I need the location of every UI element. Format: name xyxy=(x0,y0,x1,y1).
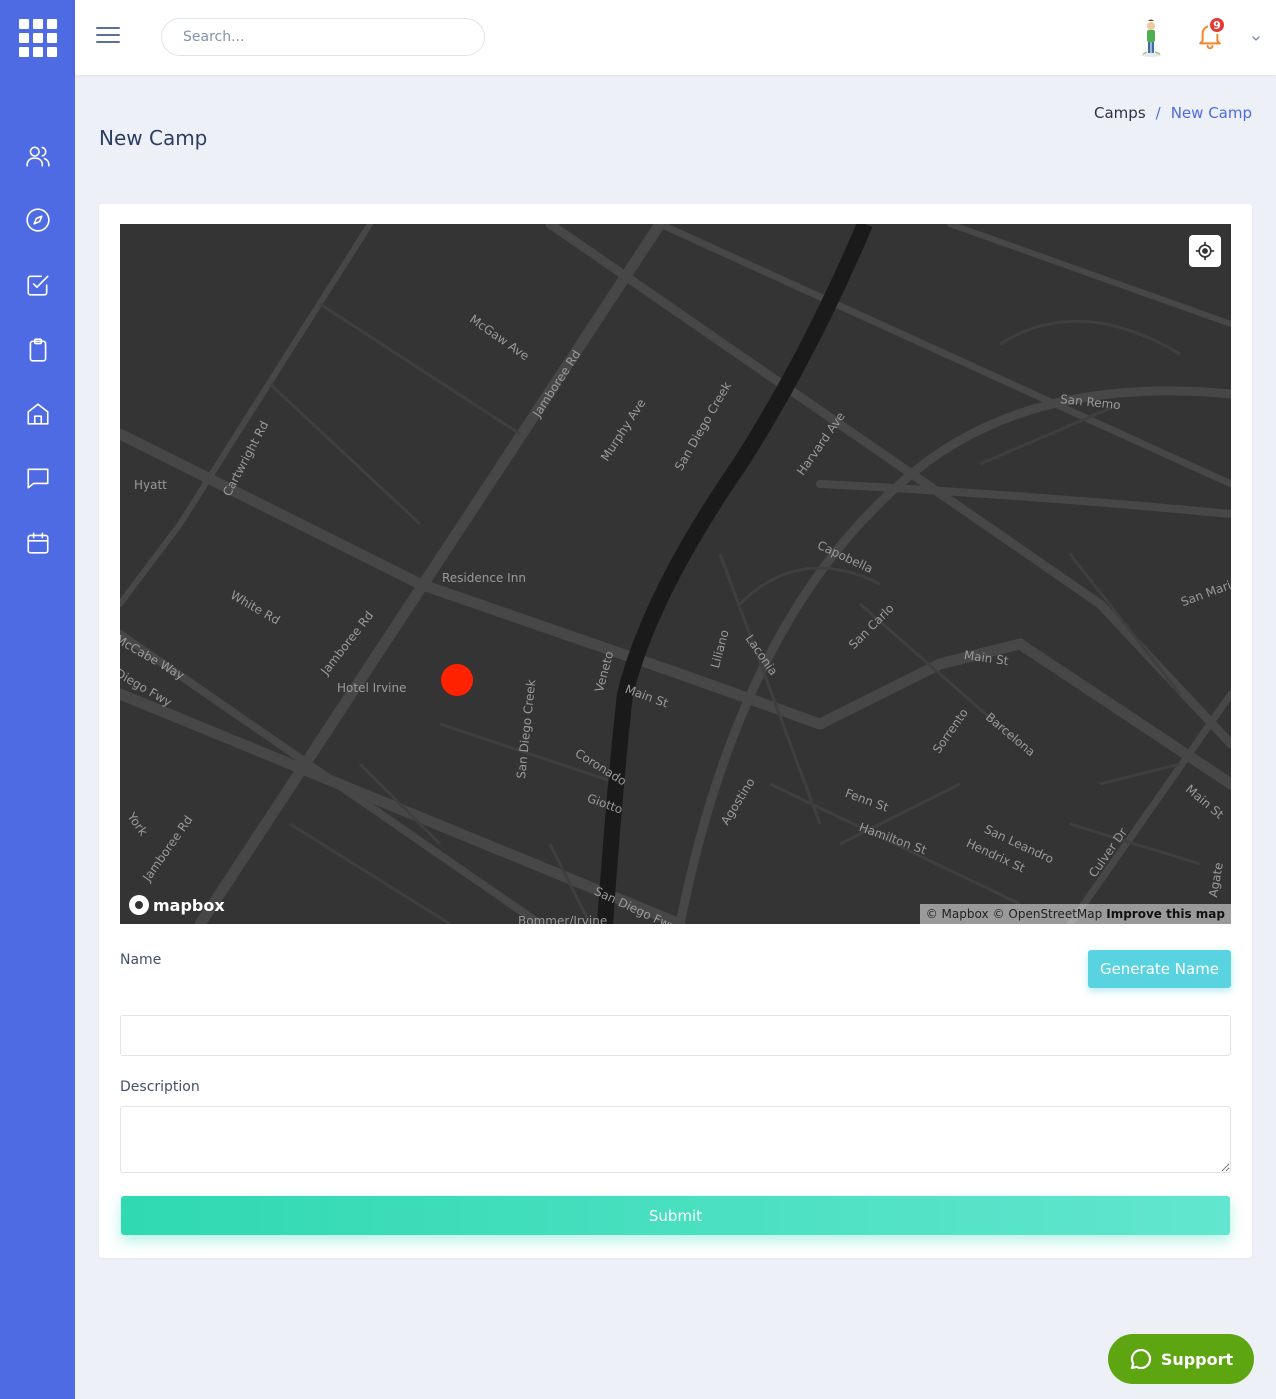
breadcrumb-camps[interactable]: Camps xyxy=(1094,104,1146,122)
page-title: New Camp xyxy=(99,126,208,150)
menu-toggle-icon[interactable] xyxy=(96,27,120,47)
topbar: 9 xyxy=(75,0,1276,75)
checkbox-icon[interactable] xyxy=(0,265,75,305)
breadcrumb-separator: / xyxy=(1155,104,1161,122)
crosshair-icon xyxy=(1195,241,1215,261)
improve-map-link[interactable]: Improve this map xyxy=(1106,907,1225,921)
support-label: Support xyxy=(1160,1349,1234,1369)
map-label: Bommer/Irvine xyxy=(518,914,608,924)
users-icon[interactable] xyxy=(0,136,75,176)
map-label: Hotel Irvine xyxy=(337,681,407,695)
calendar-icon[interactable] xyxy=(0,523,75,563)
submit-button[interactable]: Submit xyxy=(121,1196,1230,1235)
breadcrumb-current: New Camp xyxy=(1170,104,1252,122)
geolocate-button[interactable] xyxy=(1189,235,1221,267)
description-field[interactable] xyxy=(120,1106,1231,1173)
home-icon[interactable] xyxy=(0,394,75,434)
name-field[interactable] xyxy=(120,1015,1231,1056)
map-attribution: © Mapbox © OpenStreetMap Improve this ma… xyxy=(919,904,1231,924)
camp-form-card: McGaw Ave Jamboree Rd Murphy Ave San Die… xyxy=(99,204,1252,1258)
map[interactable]: McGaw Ave Jamboree Rd Murphy Ave San Die… xyxy=(120,224,1231,924)
location-marker[interactable] xyxy=(441,664,473,696)
attribution-osm[interactable]: © OpenStreetMap xyxy=(993,907,1103,921)
notification-badge: 9 xyxy=(1208,16,1226,34)
chat-bubble-icon xyxy=(1130,1348,1151,1370)
mapbox-logo-icon xyxy=(129,895,149,915)
apps-grid-icon[interactable] xyxy=(0,0,75,75)
chevron-down-icon[interactable] xyxy=(1249,30,1263,44)
sidebar xyxy=(0,0,75,1399)
attribution-mapbox[interactable]: © Mapbox xyxy=(926,907,989,921)
mapbox-logo-text: mapbox xyxy=(153,895,225,915)
name-label: Name xyxy=(120,952,162,968)
support-button[interactable]: Support xyxy=(1108,1334,1254,1384)
breadcrumb: Camps / New Camp xyxy=(1094,104,1252,122)
description-label: Description xyxy=(120,1079,200,1095)
generate-name-button[interactable]: Generate Name xyxy=(1088,950,1231,988)
search-input[interactable] xyxy=(161,18,485,56)
clipboard-icon[interactable] xyxy=(0,330,75,370)
chat-icon[interactable] xyxy=(0,458,75,498)
compass-icon[interactable] xyxy=(0,200,75,240)
avatar[interactable] xyxy=(1135,18,1167,58)
map-label: Hyatt xyxy=(134,478,167,492)
map-roads xyxy=(120,224,1231,924)
map-label: Residence Inn xyxy=(442,571,526,585)
mapbox-logo[interactable]: mapbox xyxy=(129,895,225,915)
